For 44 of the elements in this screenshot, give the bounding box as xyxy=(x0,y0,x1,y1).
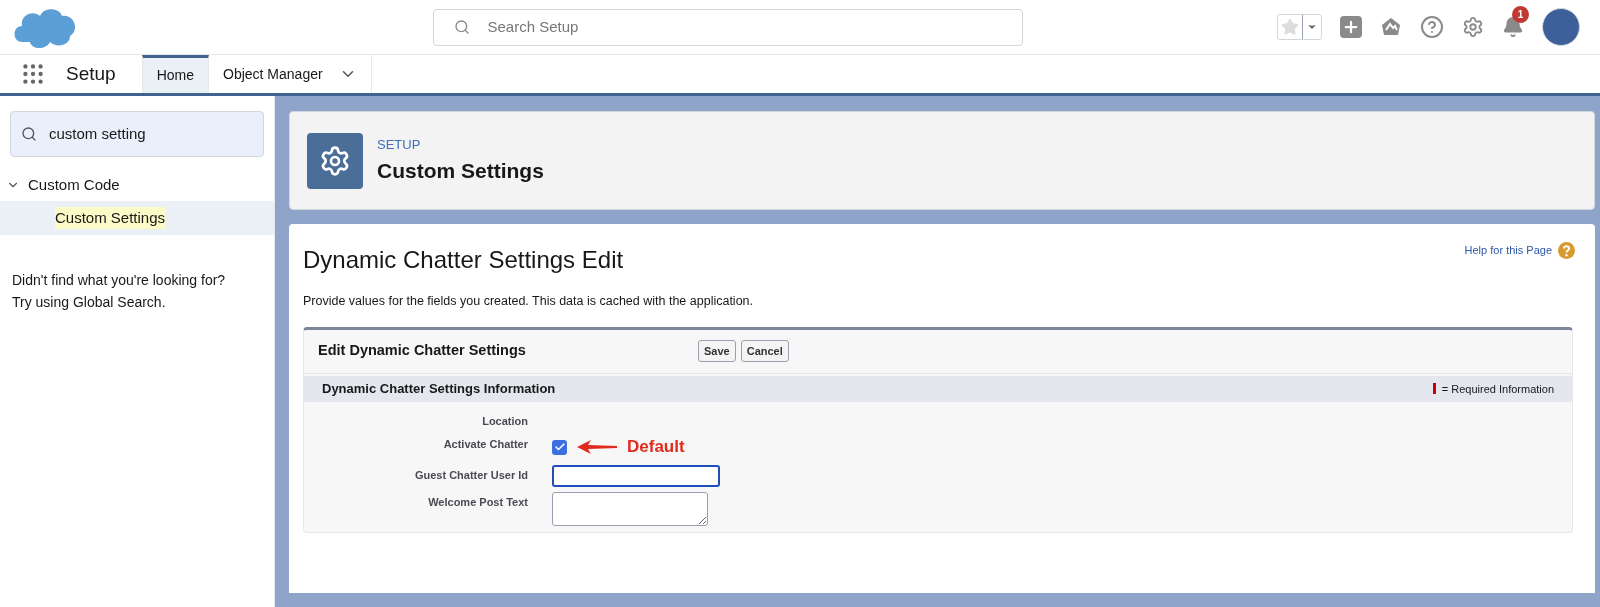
field-label: Location xyxy=(481,413,528,429)
form-button[interactable]: Cancel xyxy=(740,340,789,363)
edit-page-title: Dynamic Chatter Settings Edit xyxy=(303,245,624,275)
annotation-label: Default xyxy=(627,436,685,459)
description-text: Provide values for the fields you created. This data is cached with the application. xyxy=(303,293,755,310)
nav-tab[interactable]: Home xyxy=(141,55,209,93)
page-title: Custom Settings xyxy=(377,157,544,184)
avatar[interactable] xyxy=(1542,8,1580,46)
search-icon xyxy=(453,19,470,35)
hint-text: Didn't find what you're looking for? xyxy=(12,271,227,290)
tree-item[interactable]: Custom Settings xyxy=(0,201,274,235)
eyebrow-text: SETUP xyxy=(377,136,422,154)
textarea-field[interactable] xyxy=(552,491,708,526)
required-legend: = Required Information xyxy=(1441,380,1554,397)
favorites-button[interactable] xyxy=(1277,14,1322,40)
form-button[interactable]: Save xyxy=(698,340,736,363)
arrow-icon xyxy=(575,439,619,455)
tree-item-label: Custom Settings xyxy=(55,206,166,230)
field-label: Guest Chatter User Id xyxy=(413,467,528,483)
help-icon[interactable] xyxy=(1558,242,1575,259)
notifications-icon[interactable] xyxy=(1502,16,1524,38)
trailhead-icon[interactable] xyxy=(1380,16,1402,38)
add-icon[interactable] xyxy=(1340,16,1362,38)
app-launcher-icon[interactable] xyxy=(20,61,46,87)
nav-tab[interactable]: Object Manager xyxy=(209,55,372,93)
gear-icon xyxy=(319,144,351,177)
quick-find-field[interactable]: custom setting xyxy=(10,111,264,157)
search-icon xyxy=(21,126,37,142)
settings-icon[interactable] xyxy=(1462,16,1484,38)
field-label: Activate Chatter xyxy=(442,437,528,453)
notification-badge: 1 xyxy=(1512,6,1529,23)
field-label: Welcome Post Text xyxy=(427,494,528,510)
star-icon xyxy=(1281,18,1299,36)
search-field[interactable]: Search Setup xyxy=(432,8,1023,46)
input-field[interactable] xyxy=(552,464,720,487)
section-title: Dynamic Chatter Settings Information xyxy=(322,380,556,398)
tree-group[interactable]: Custom Code xyxy=(0,169,274,201)
required-marker xyxy=(1432,383,1436,395)
help-link[interactable]: Help for this Page xyxy=(1464,242,1552,259)
app-name: Setup xyxy=(66,61,117,86)
checkbox[interactable] xyxy=(552,439,567,455)
hint-text: Try using Global Search. xyxy=(12,293,167,312)
help-icon[interactable] xyxy=(1420,15,1444,39)
form-title: Edit Dynamic Chatter Settings xyxy=(318,341,527,361)
